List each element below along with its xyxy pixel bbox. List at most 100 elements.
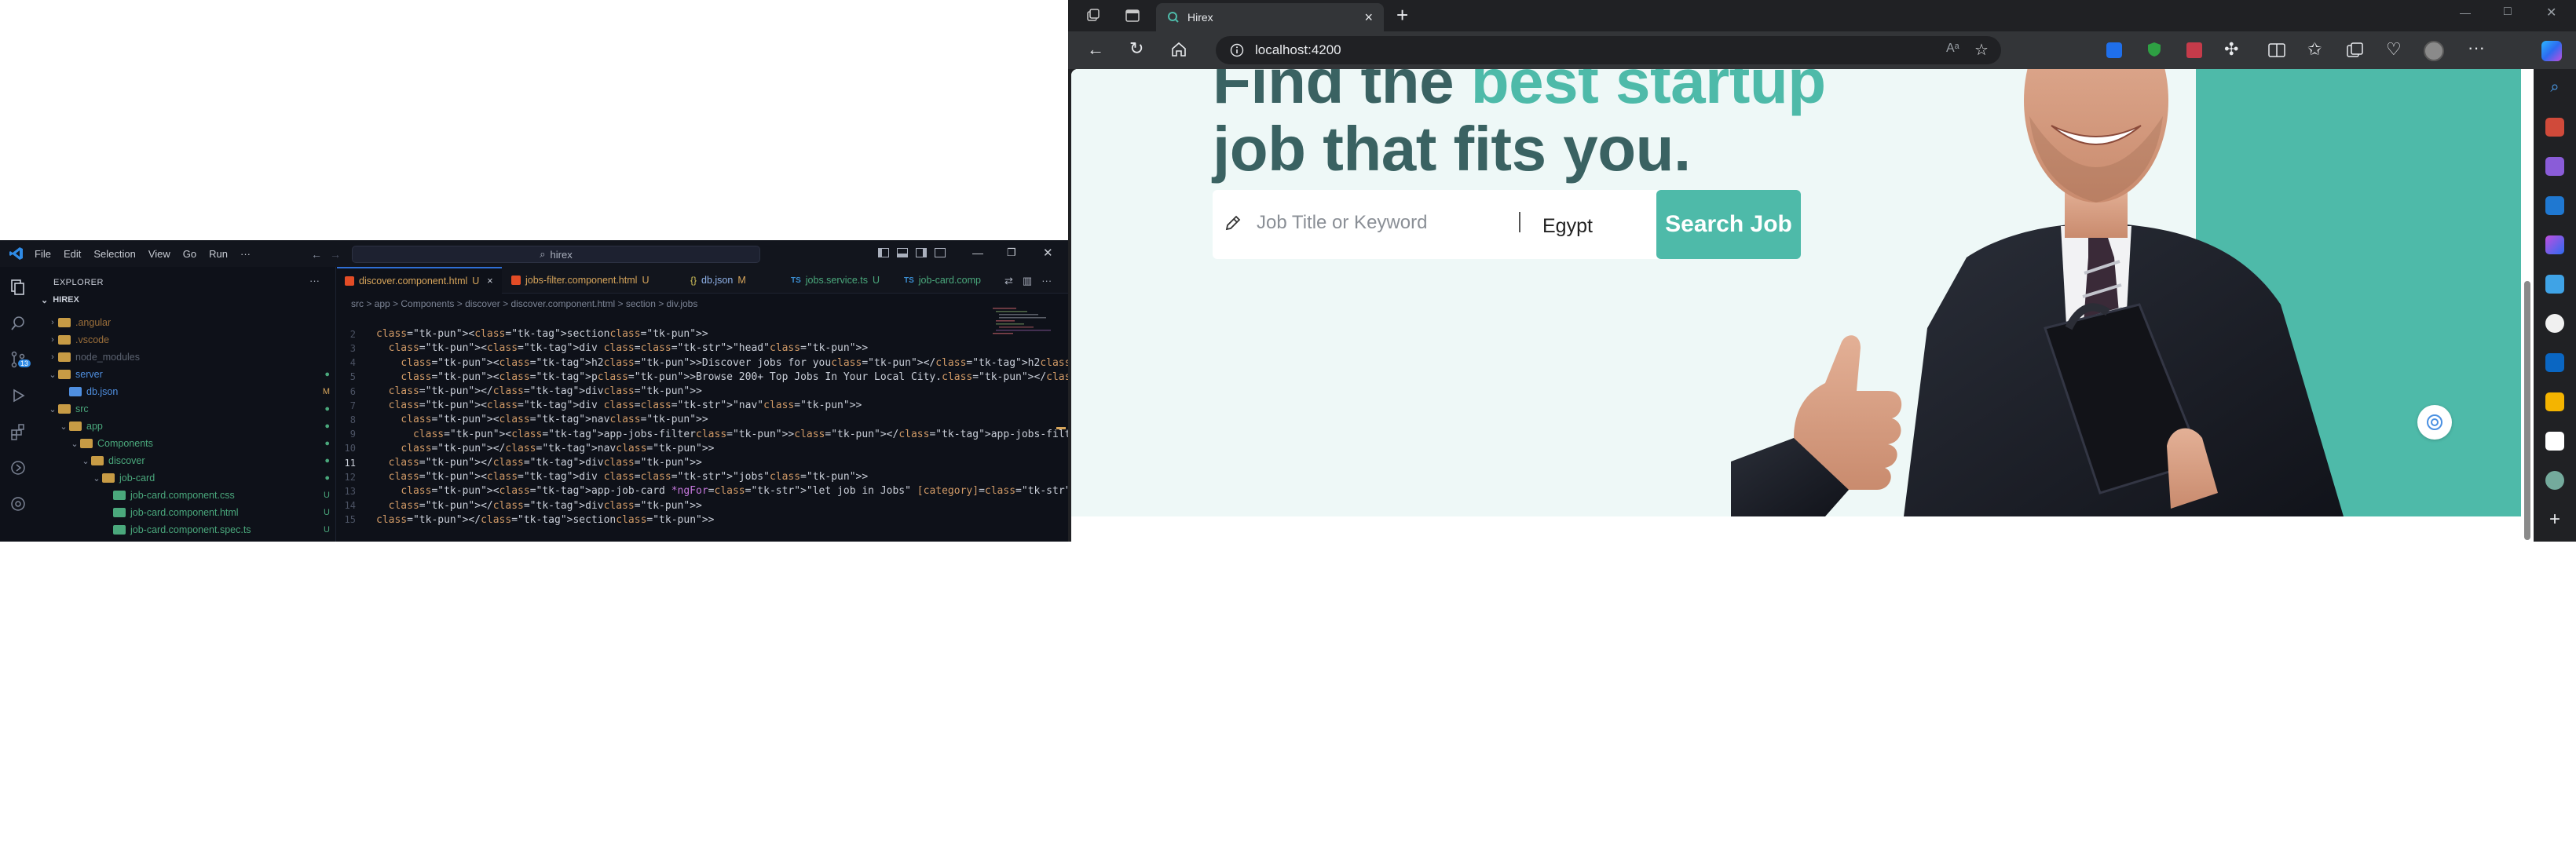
tab-close-icon[interactable]: × [1364,9,1373,26]
tree-file[interactable]: job-card.component.css U [36,487,336,504]
tab-jobs-service-ts[interactable]: TS jobs.service.ts U [783,267,893,294]
tab-discover-component-html[interactable]: discover.component.html U × [337,267,502,294]
sidebar-send-icon[interactable] [2545,275,2564,294]
minimize-button[interactable]: — [972,246,983,259]
menu-selection[interactable]: Selection [93,248,135,260]
tree-file[interactable]: job-card.component.spec.ts U [36,521,336,538]
code-line[interactable]: 6 class="tk-pun"></class="tk-tag">divcla… [337,384,702,399]
explorer-icon[interactable] [9,278,27,297]
code-line[interactable] [337,312,376,327]
collections-icon[interactable] [2347,42,2364,58]
nav-forward-icon[interactable]: → [330,248,341,261]
tree-folder[interactable]: ⌄ job-card ● [36,469,336,487]
code-line[interactable]: 14 class="tk-pun"></class="tk-tag">divcl… [337,498,702,513]
sidebar-games-icon[interactable] [2545,157,2564,176]
code-line[interactable]: 7 class="tk-pun"><class="tk-tag">div cla… [337,398,862,413]
country-select[interactable]: Egypt [1542,215,1593,238]
refresh-icon[interactable]: ↻ [1129,38,1143,59]
tree-folder[interactable]: › node_modules [36,349,336,366]
remote-explorer-icon[interactable] [9,494,27,513]
sidebar-chatgpt-icon[interactable] [2545,471,2564,490]
read-aloud-icon[interactable]: Aᵃ [1946,42,1959,56]
code-line[interactable]: 10 class="tk-pun"></class="tk-tag">navcl… [337,441,715,456]
layout-toggle-icons[interactable] [878,248,946,257]
project-root[interactable]: ⌄ HIREX [41,295,79,305]
site-info-icon[interactable] [1230,43,1244,57]
tab-jobs-filter-component-html[interactable]: jobs-filter.component.html U [503,267,670,294]
code-line[interactable]: 12 class="tk-pun"><class="tk-tag">div cl… [337,469,869,484]
extension-shield-icon[interactable] [2146,41,2163,58]
code-line[interactable]: 4 class="tk-pun"><class="tk-tag">h2class… [337,356,1068,370]
toggle-panel-icon[interactable] [897,248,908,257]
split-screen-icon[interactable] [2268,42,2285,58]
close-button[interactable]: ✕ [1043,246,1053,260]
tree-folder[interactable]: › .angular [36,314,336,331]
code-line[interactable]: 3 class="tk-pun"><class="tk-tag">div cla… [337,341,868,356]
code-line[interactable]: 8 class="tk-pun"><class="tk-tag">navclas… [337,412,708,427]
sidebar-outlook-icon[interactable] [2545,196,2564,215]
address-bar[interactable]: localhost:4200 Aᵃ ☆ [1216,36,2001,64]
tree-folder[interactable]: › .vscode [36,331,336,349]
tree-folder[interactable]: ⌄ server ● [36,366,336,383]
nav-back-icon[interactable]: ← [311,248,322,261]
back-icon[interactable]: ← [1087,39,1104,60]
menu-run[interactable]: Run [209,248,228,260]
tree-file[interactable]: db.json M [36,383,336,400]
sidebar-keep-icon[interactable] [2545,392,2564,411]
scrollbar-thumb[interactable] [2524,281,2530,540]
breadcrumb[interactable]: src > app > Components > discover > disc… [351,298,697,309]
search-activity-icon[interactable] [9,314,27,333]
extension-bitwarden-icon[interactable] [2106,42,2122,58]
job-keyword-input[interactable]: Job Title or Keyword [1257,212,1427,234]
command-center-search[interactable]: ⌕ hirex [352,246,760,263]
minimap[interactable] [993,306,1054,338]
sidebar-github-icon[interactable] [2545,314,2564,333]
tree-file[interactable]: job-card.component.html U [36,504,336,521]
maximize-button[interactable]: ❐ [1007,246,1016,259]
search-job-button[interactable]: Search Job [1656,190,1801,259]
settings-more-icon[interactable]: ··· [2468,38,2485,58]
code-line[interactable]: 9 class="tk-pun"><class="tk-tag">app-job… [337,427,1068,442]
workspaces-icon[interactable] [1085,8,1101,24]
window-restore-button[interactable]: □ [2504,5,2512,19]
browser-essentials-icon[interactable]: ♡ [2386,39,2402,60]
more-actions-icon[interactable]: ··· [1041,275,1052,287]
home-icon[interactable] [1170,41,1187,58]
sidebar-tools-icon[interactable] [2545,118,2564,137]
tree-folder[interactable]: ⌄ app ● [36,418,336,435]
tree-folder[interactable]: ⌄ discover ● [36,452,336,469]
editor-actions[interactable]: ⇄ ▥ ··· [1004,275,1052,287]
favorites-icon[interactable]: ✩ [2307,39,2322,60]
window-close-button[interactable]: ✕ [2546,5,2556,20]
timeline-icon[interactable] [9,458,27,477]
profile-avatar[interactable] [2424,41,2444,61]
explorer-more-button[interactable]: ··· [309,275,320,286]
run-debug-icon[interactable] [9,386,27,405]
split-editor-icon[interactable]: ▥ [1023,275,1032,287]
tab-db-json[interactable]: {} db.json M [682,267,777,294]
code-line[interactable]: 11 class="tk-pun"></class="tk-tag">divcl… [337,455,702,470]
toggle-sidebar-icon[interactable] [878,248,889,257]
menu-view[interactable]: View [148,248,170,260]
sidebar-notion-icon[interactable] [2545,432,2564,451]
sidebar-linkedin-icon[interactable] [2545,353,2564,372]
close-icon[interactable]: × [487,276,492,286]
source-control-icon[interactable]: 13 [9,350,31,369]
extensions-puzzle-icon[interactable]: ✣ [2224,39,2238,60]
sidebar-designer-icon[interactable] [2545,235,2564,254]
tab-job-card-component[interactable]: TS job-card.comp [896,267,990,294]
code-line[interactable]: 5 class="tk-pun"><class="tk-tag">pclass=… [337,370,1068,385]
window-minimize-button[interactable]: — [2460,6,2471,19]
menu-file[interactable]: File [35,248,51,260]
favorite-star-icon[interactable]: ☆ [1974,40,1989,60]
code-line[interactable]: 15 class="tk-pun"></class="tk-tag">sectio… [337,513,715,527]
compare-icon[interactable]: ⇄ [1004,275,1013,287]
menu-more[interactable]: ··· [240,248,251,260]
customize-layout-icon[interactable] [935,248,946,257]
copilot-icon[interactable] [2541,41,2562,61]
menu-edit[interactable]: Edit [64,248,81,260]
extensions-icon[interactable] [9,422,27,441]
new-tab-button[interactable]: + [1396,3,1408,27]
sidebar-search-icon[interactable]: ⌕ [2545,78,2564,97]
toggle-secondary-sidebar-icon[interactable] [916,248,927,257]
